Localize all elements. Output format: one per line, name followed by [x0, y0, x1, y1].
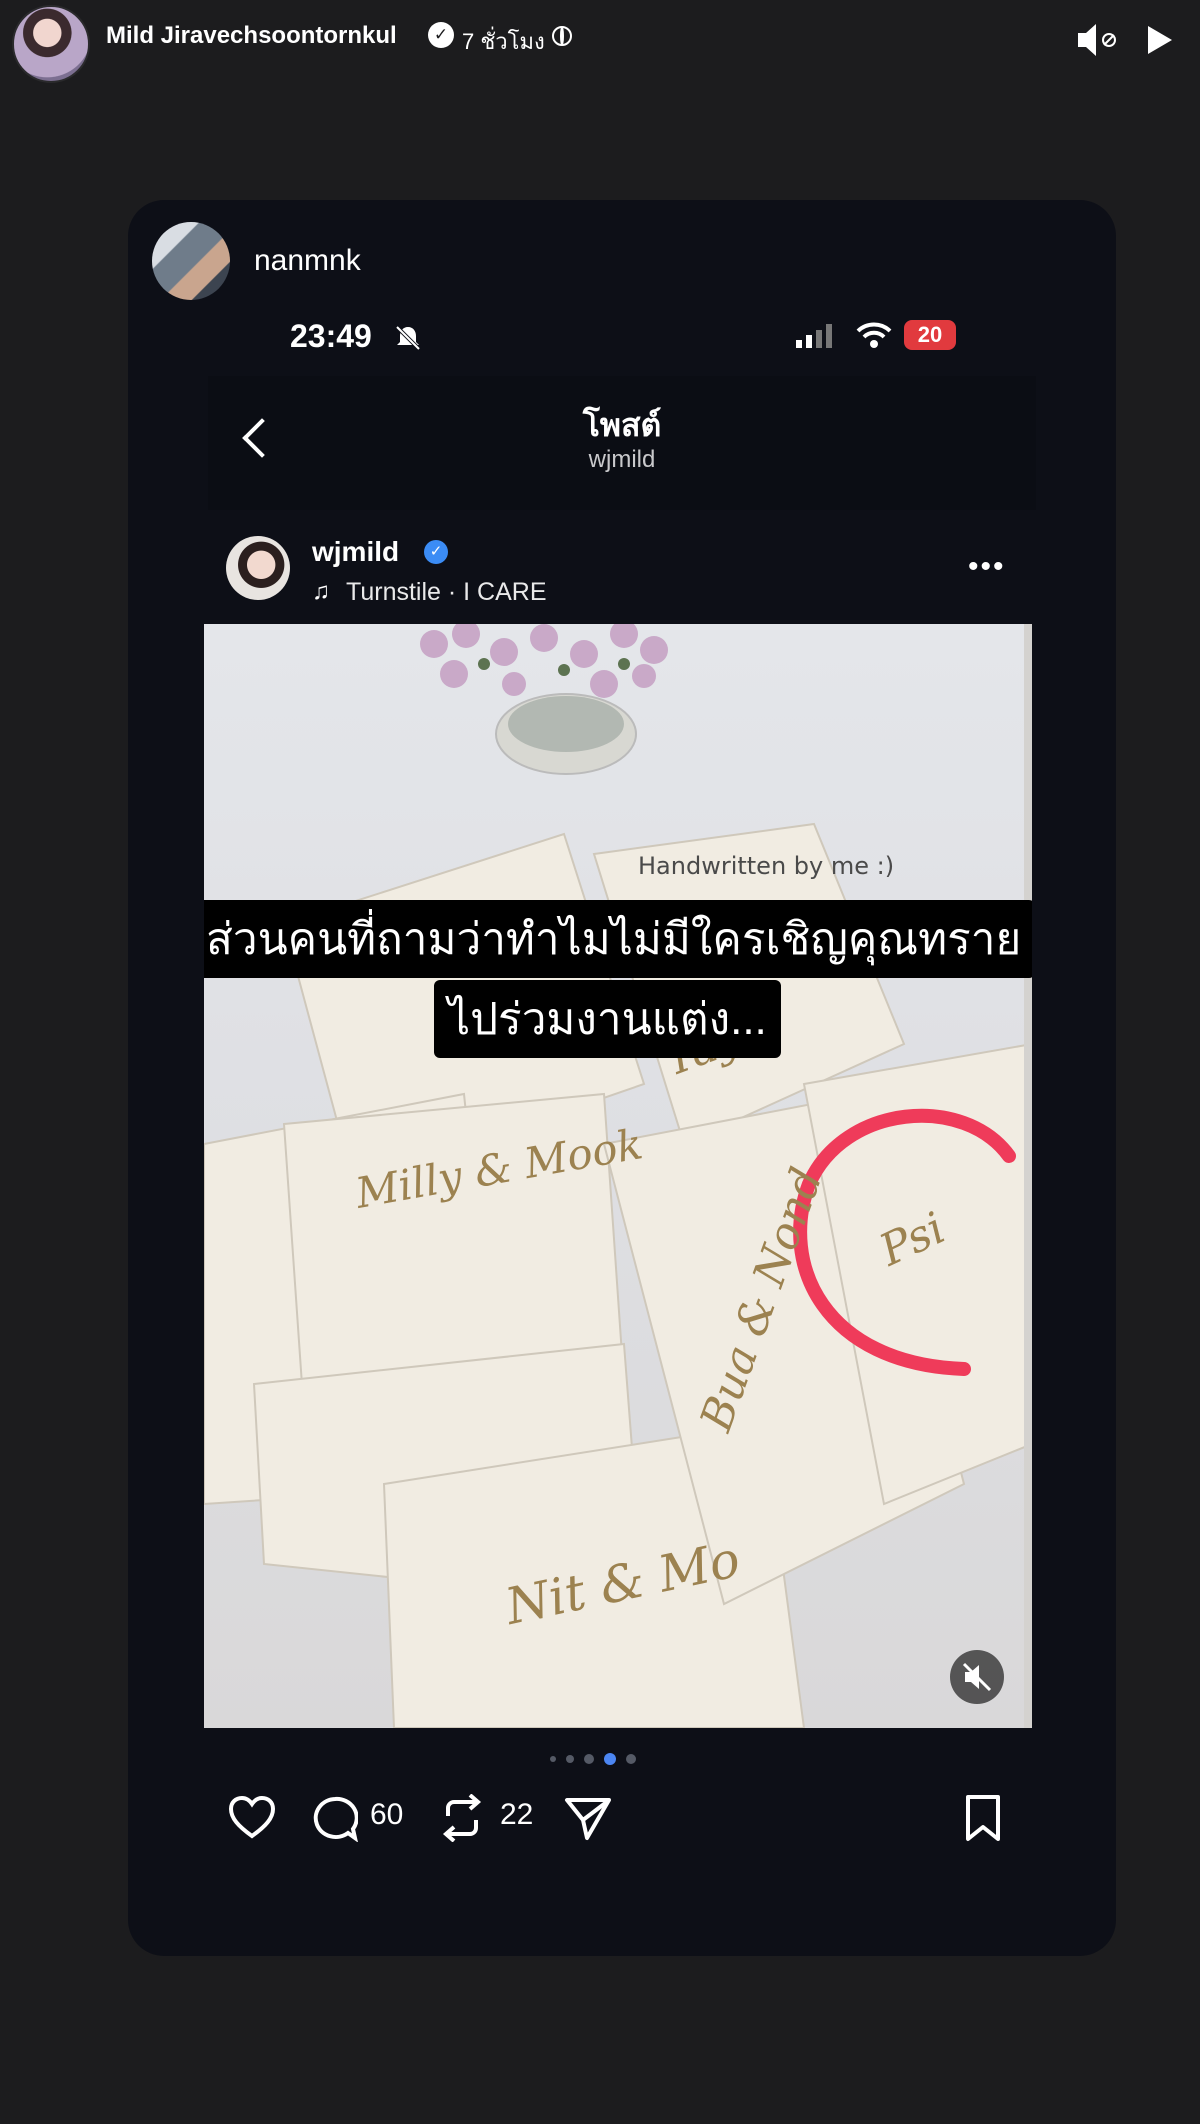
- author-name[interactable]: Mild Jiravechsoontornkul: [106, 22, 397, 50]
- share-icon[interactable]: [564, 1796, 612, 1842]
- post-username[interactable]: wjmild: [312, 536, 399, 568]
- status-bar-time: 23:49: [290, 318, 372, 354]
- wifi-icon: [856, 322, 892, 348]
- repost-count: 22: [500, 1798, 534, 1831]
- post-photo[interactable]: Handwritten by me :) Milly & Mook Bua & …: [204, 624, 1032, 1728]
- sharer-avatar[interactable]: [152, 222, 230, 300]
- music-note-icon: ♫: [312, 578, 330, 605]
- photo-handwritten-text: Handwritten by me :): [638, 852, 895, 880]
- more-options-icon[interactable]: •••: [968, 550, 1006, 584]
- photo-mute-icon[interactable]: [950, 1650, 1004, 1704]
- nav-title: โพสต์: [582, 407, 662, 443]
- shared-post-card[interactable]: nanmnk 23:49 20 โพสต์ wjmild wjmild ✓ ♫ …: [128, 200, 1116, 1956]
- post-author-avatar[interactable]: [226, 536, 290, 600]
- carousel-dots: [550, 1750, 650, 1765]
- caption-line-1: ส่วนคนที่ถามว่าทำไมไม่มีใครเชิญคุณทราย: [204, 900, 1032, 978]
- mute-icon[interactable]: [1076, 20, 1120, 60]
- verified-badge-icon: ✓: [424, 540, 448, 564]
- carousel-dot: [550, 1756, 556, 1762]
- story-header: Mild Jiravechsoontornkul ✓ 7 ชั่วโมง: [0, 0, 1200, 83]
- comment-count: 60: [370, 1798, 404, 1831]
- verified-badge-icon: ✓: [428, 22, 454, 48]
- bookmark-icon[interactable]: [964, 1794, 1002, 1842]
- post-time: 7 ชั่วโมง: [462, 29, 545, 54]
- nav-subtitle: wjmild: [588, 446, 656, 473]
- heart-icon[interactable]: [228, 1796, 276, 1840]
- comment-icon[interactable]: [312, 1796, 358, 1842]
- post-nav-bar: โพสต์ wjmild: [208, 376, 1036, 510]
- carousel-dot-active: [604, 1753, 616, 1765]
- carousel-dot: [626, 1754, 636, 1764]
- post-actions-bar: 60 22: [128, 1784, 1116, 1854]
- battery-indicator: 20: [904, 320, 956, 350]
- repost-icon[interactable]: [440, 1794, 484, 1842]
- bell-off-icon: [395, 325, 421, 351]
- caption-line-2: ไปร่วมงานแต่ง...: [434, 980, 781, 1058]
- globe-icon: [552, 26, 572, 46]
- signal-icon: [796, 324, 832, 348]
- post-music-track[interactable]: Turnstile · I CARE: [346, 578, 547, 607]
- carousel-dot: [566, 1755, 574, 1763]
- carousel-dot: [584, 1754, 594, 1764]
- sharer-name[interactable]: nanmnk: [254, 244, 361, 278]
- play-icon[interactable]: [1148, 26, 1172, 54]
- author-avatar[interactable]: [12, 5, 90, 83]
